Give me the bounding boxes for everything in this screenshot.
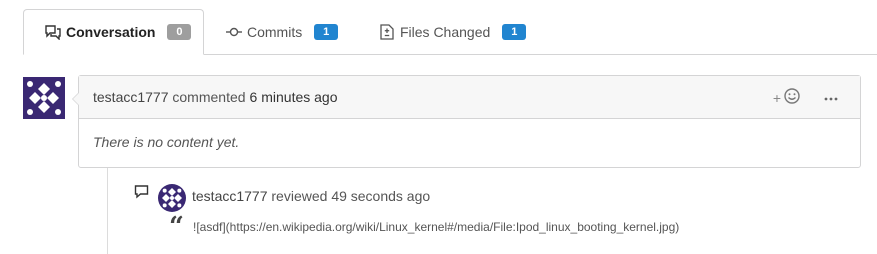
- tab-conversation-count: 0: [167, 24, 192, 40]
- comment-time[interactable]: 6 minutes ago: [250, 89, 338, 105]
- tab-files-changed-label: Files Changed: [400, 23, 491, 40]
- comment-body: There is no content yet.: [93, 134, 240, 150]
- conversation-icon: [44, 24, 62, 40]
- comment-author[interactable]: testacc1777: [93, 89, 169, 105]
- tab-commits-count: 1: [314, 23, 339, 40]
- comment-pointer-inner: [73, 93, 79, 105]
- tab-files-changed[interactable]: Files Changed 1: [378, 9, 527, 54]
- review-comment-icon: [134, 184, 150, 200]
- reviewer-avatar[interactable]: [158, 184, 186, 212]
- commit-icon: [225, 24, 243, 40]
- quote-icon: “: [169, 212, 184, 242]
- comment-actions: +: [773, 88, 838, 107]
- add-label: +: [772, 89, 781, 106]
- review-time[interactable]: 49 seconds ago: [331, 188, 430, 204]
- more-options-icon[interactable]: [824, 90, 838, 105]
- tab-commits-label: Commits: [247, 23, 303, 40]
- review-summary: testacc1777 reviewed 49 seconds ago: [192, 188, 430, 204]
- tab-conversation-label: Conversation: [66, 24, 156, 40]
- comment-box: testacc1777 commented 6 minutes ago + Th…: [78, 75, 861, 168]
- tab-files-changed-count: 1: [502, 23, 527, 40]
- add-reaction-button[interactable]: +: [773, 88, 800, 107]
- pr-tabs: Conversation 0 Commits 1 Files Changed 1: [0, 0, 877, 55]
- file-diff-icon: [378, 23, 396, 40]
- add-reaction-icon: [784, 88, 800, 107]
- review-action: reviewed: [271, 188, 328, 204]
- review-quote: ![asdf](https://en.wikipedia.org/wiki/Li…: [193, 220, 680, 234]
- comment-header: testacc1777 commented 6 minutes ago: [79, 76, 860, 119]
- tab-conversation[interactable]: Conversation 0: [23, 9, 204, 55]
- avatar[interactable]: [23, 77, 65, 119]
- timeline-line: [107, 168, 108, 254]
- review-author[interactable]: testacc1777: [192, 188, 268, 204]
- comment-action: commented: [172, 89, 246, 105]
- tab-commits[interactable]: Commits 1: [225, 9, 339, 54]
